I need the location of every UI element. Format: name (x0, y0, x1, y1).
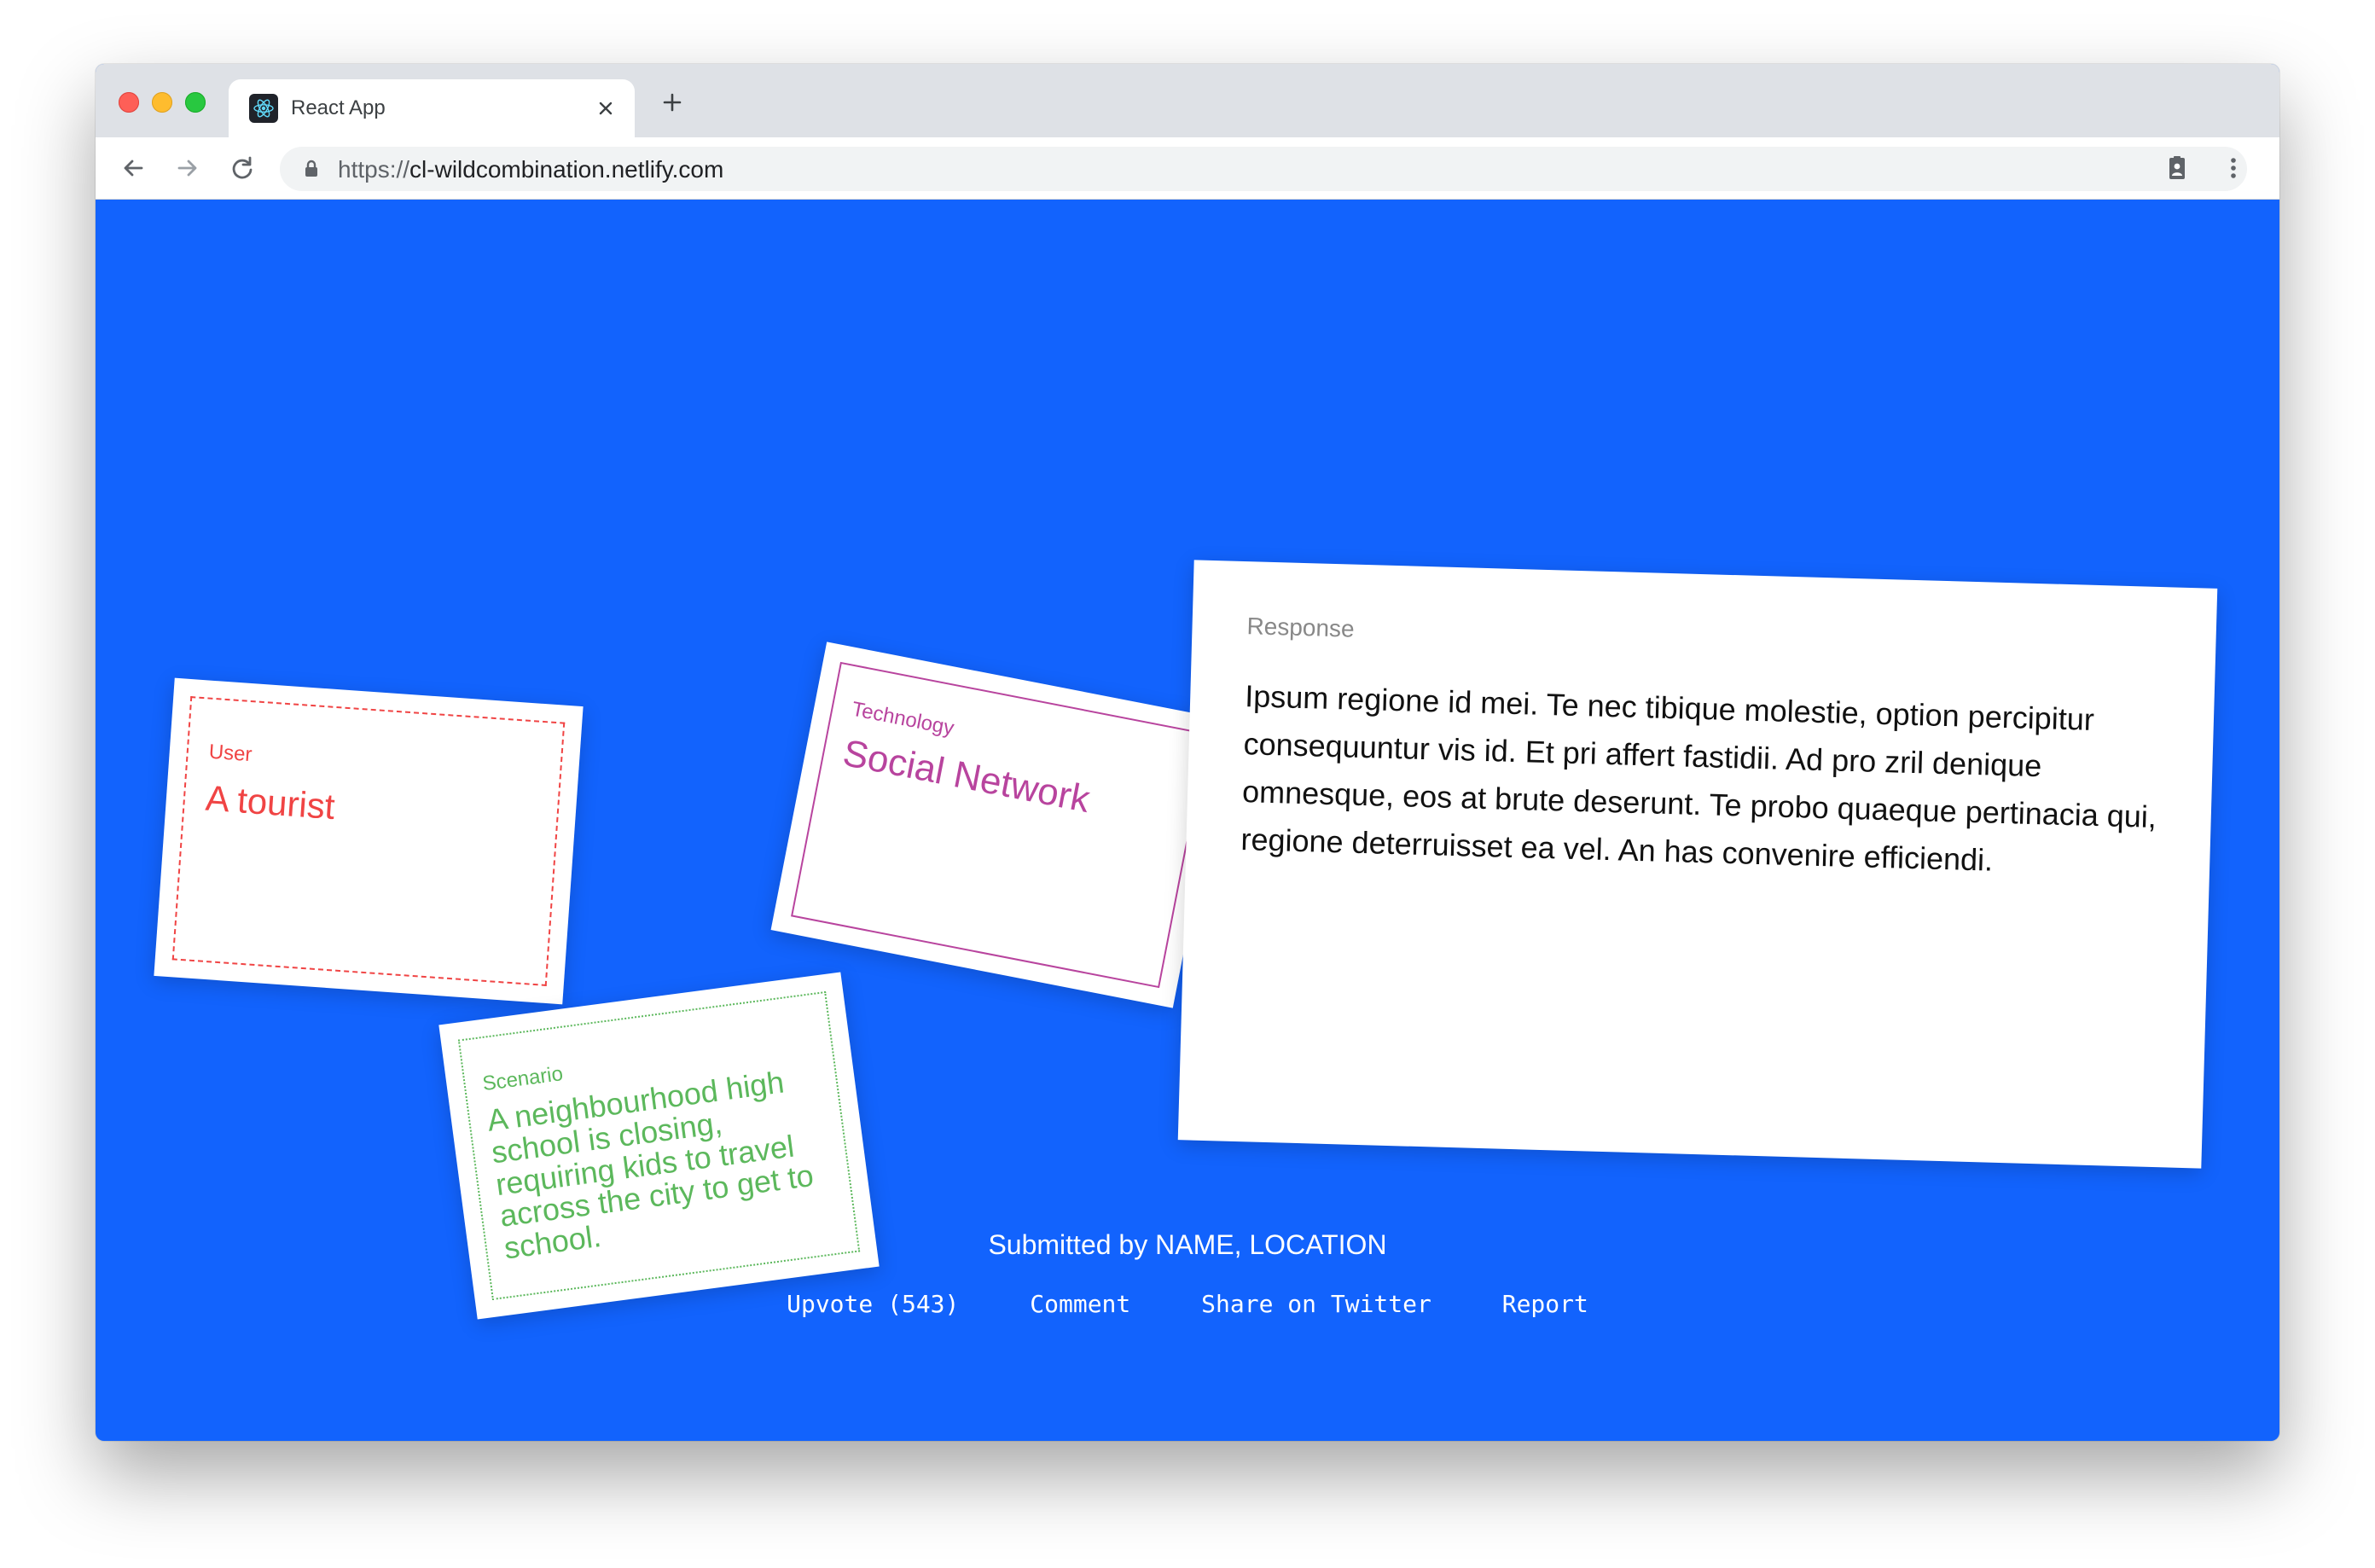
badge-extension-icon[interactable] (2158, 149, 2196, 187)
user-card-label: User (207, 740, 253, 767)
response-card-label: Response (1246, 613, 1356, 642)
browser-toolbar: https://cl-wildcombination.netlify.com (96, 137, 2279, 200)
report-link[interactable]: Report (1502, 1290, 1588, 1318)
url-text: https://cl-wildcombination.netlify.com (338, 156, 724, 183)
close-icon[interactable] (589, 91, 623, 125)
minimize-window-button[interactable] (152, 92, 172, 113)
tab-title: React App (291, 96, 386, 119)
user-card: User A tourist (154, 677, 584, 1005)
technology-card: Technology Social Network (770, 642, 1229, 1008)
forward-arrow-icon[interactable] (169, 149, 206, 187)
zoom-window-button[interactable] (185, 92, 206, 113)
more-vert-icon[interactable] (2215, 149, 2252, 187)
upvote-link[interactable]: Upvote (543) (787, 1290, 959, 1318)
reload-icon[interactable] (224, 149, 261, 187)
lock-icon[interactable] (300, 158, 322, 180)
back-arrow-icon[interactable] (114, 149, 152, 187)
browser-window: React App https://cl-wildcombination.net… (96, 64, 2279, 1441)
close-window-button[interactable] (119, 92, 139, 113)
address-bar[interactable]: https://cl-wildcombination.netlify.com (280, 147, 2247, 191)
tab-react-app[interactable]: React App (229, 79, 635, 137)
submitted-by-text: Submitted by NAME, LOCATION (988, 1229, 1387, 1260)
react-favicon-icon (249, 94, 278, 123)
user-card-frame (171, 696, 566, 986)
action-links: Upvote (543) Comment Share on Twitter Re… (96, 1290, 2279, 1318)
tab-strip: React App (96, 64, 2279, 137)
share-on-twitter-link[interactable]: Share on Twitter (1201, 1290, 1431, 1318)
comment-link[interactable]: Comment (1030, 1290, 1130, 1318)
response-card-body: Ipsum regione id mei. Te nec tibique mol… (1240, 678, 2157, 878)
scenario-card: Scenario A neighbourhood high school is … (438, 972, 880, 1320)
response-card: Response Ipsum regione id mei. Te nec ti… (1177, 560, 2218, 1169)
page-content: User A tourist Scenario A neighbourhood … (96, 200, 2279, 1441)
plus-icon[interactable] (655, 85, 689, 119)
